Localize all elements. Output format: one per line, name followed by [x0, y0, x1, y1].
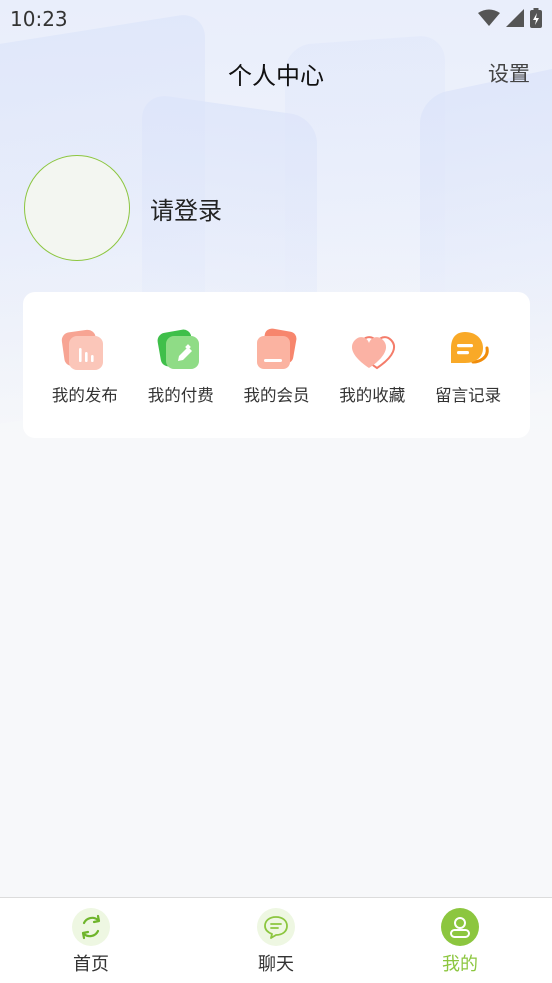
tab-label: 首页: [73, 954, 109, 975]
menu-item-label: 留言记录: [435, 386, 502, 405]
signal-icon: [506, 9, 524, 27]
user-icon: [441, 908, 479, 946]
menu-item-label: 我的发布: [51, 386, 118, 405]
menu-item-my-posts[interactable]: 我的发布: [37, 328, 133, 438]
tab-label: 聊天: [258, 954, 294, 975]
bar-chart-icon: [60, 328, 110, 374]
profile-section: 请登录: [24, 155, 222, 261]
edit-icon: [156, 328, 206, 374]
tab-label: 我的: [442, 954, 478, 975]
tab-mine[interactable]: 我的: [410, 908, 510, 976]
chat-bubble-icon: [443, 328, 493, 374]
menu-item-my-favorites[interactable]: 我的收藏: [324, 328, 420, 438]
menu-item-label: 我的收藏: [339, 386, 406, 405]
menu-item-my-payments[interactable]: 我的付费: [133, 328, 229, 438]
status-icons: [478, 8, 542, 28]
chat-icon: [257, 908, 295, 946]
page-title: 个人中心: [228, 62, 324, 90]
menu-item-label: 我的会员: [243, 386, 310, 405]
menu-card: 我的发布 我的付费 我的会员 我的收藏 留言记录: [23, 292, 530, 438]
tab-chat[interactable]: 聊天: [226, 908, 326, 976]
title-bar: 个人中心 设置: [0, 52, 552, 92]
status-time: 10:23: [10, 7, 68, 31]
menu-item-my-membership[interactable]: 我的会员: [229, 328, 325, 438]
heart-icon: [347, 328, 397, 374]
login-link[interactable]: 请登录: [150, 191, 222, 226]
avatar[interactable]: [24, 155, 130, 261]
member-card-icon: [251, 328, 301, 374]
refresh-icon: [72, 908, 110, 946]
wifi-icon: [478, 9, 500, 26]
tab-home[interactable]: 首页: [41, 908, 141, 976]
menu-item-message-records[interactable]: 留言记录: [420, 328, 516, 438]
bottom-tab-bar: 首页 聊天 我的: [0, 897, 552, 983]
menu-item-label: 我的付费: [147, 386, 214, 405]
status-bar: 10:23: [0, 0, 552, 38]
battery-charging-icon: [530, 8, 542, 28]
settings-button[interactable]: 设置: [488, 58, 530, 88]
